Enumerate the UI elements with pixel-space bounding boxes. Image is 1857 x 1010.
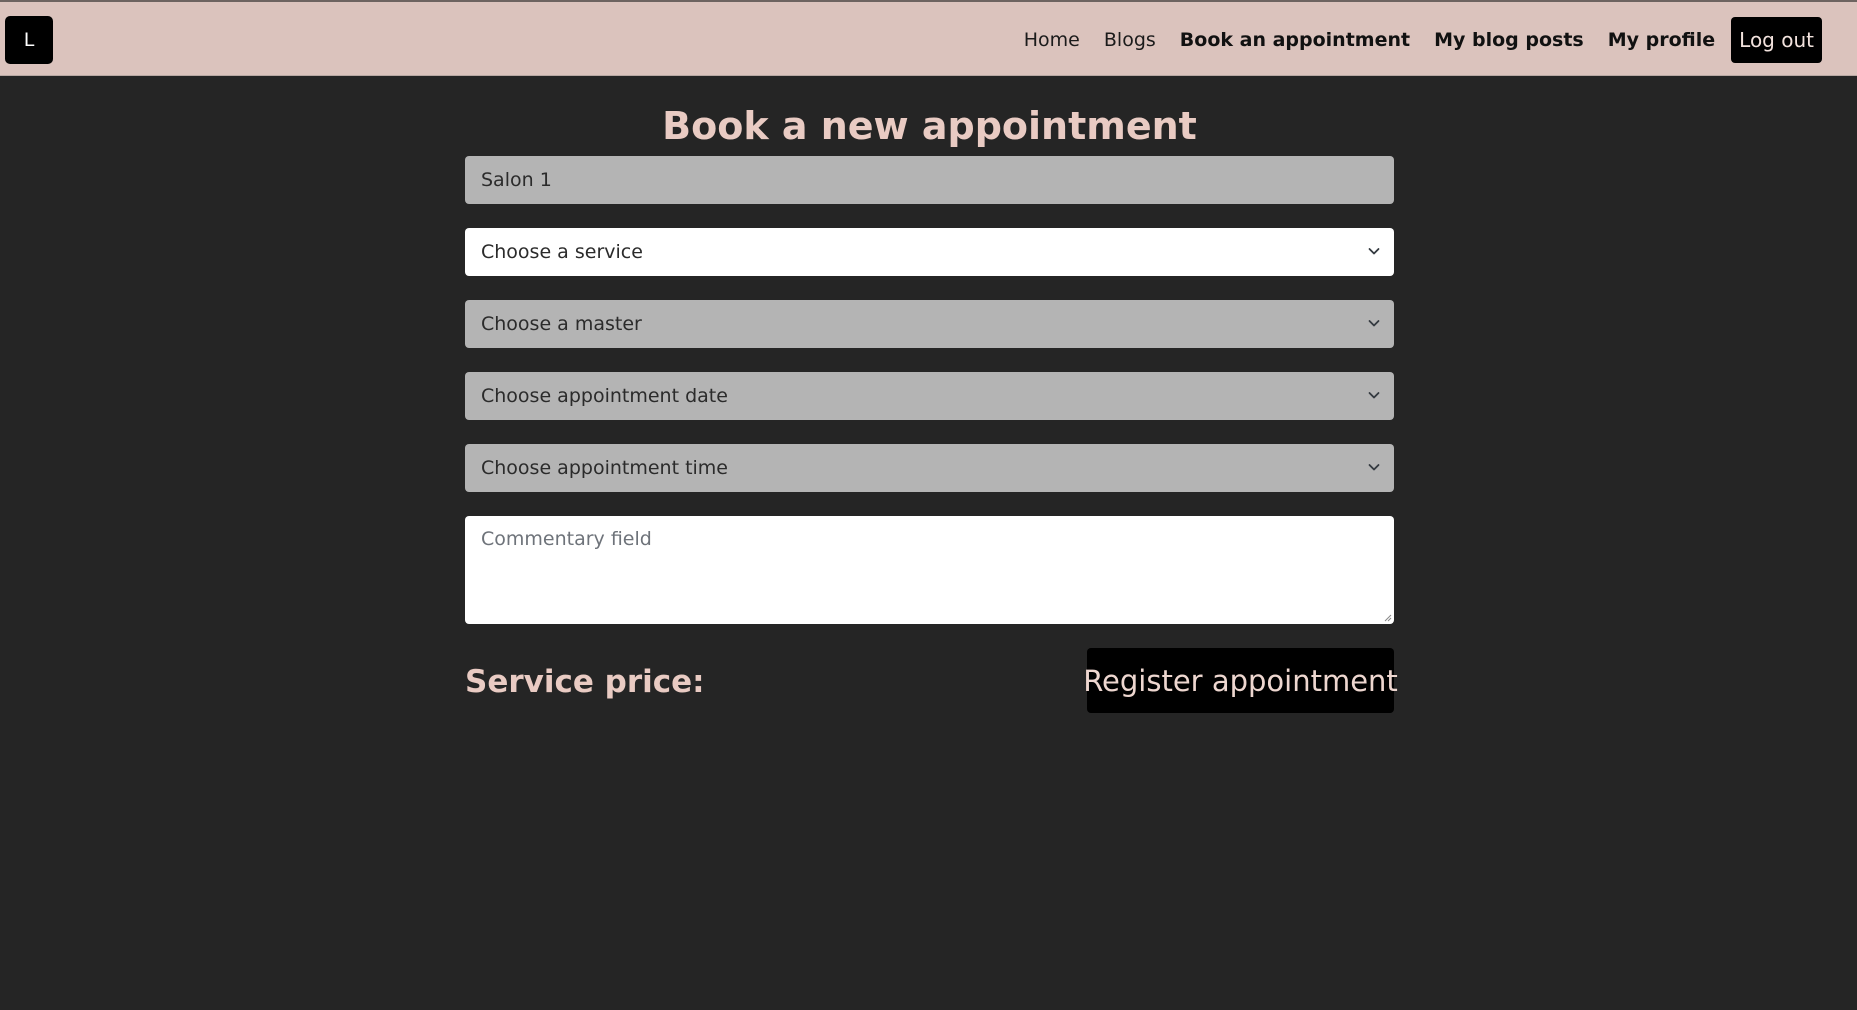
logo-button[interactable]: L (5, 16, 53, 64)
nav-link-book-appointment[interactable]: Book an appointment (1180, 29, 1410, 51)
commentary-field[interactable]: Commentary field (465, 516, 1394, 624)
nav-link-home[interactable]: Home (1024, 29, 1080, 51)
navbar: L Home Blogs Book an appointment My blog… (0, 0, 1857, 76)
page-title: Book a new appointment (662, 104, 1197, 148)
service-select[interactable]: Choose a service (465, 228, 1394, 276)
salon-value: Salon 1 (481, 169, 552, 191)
master-select-value: Choose a master (481, 313, 642, 335)
nav-link-blogs[interactable]: Blogs (1104, 29, 1156, 51)
service-select-value: Choose a service (481, 241, 643, 263)
nav-links: Home Blogs Book an appointment My blog p… (1000, 16, 1822, 64)
commentary-placeholder: Commentary field (481, 528, 652, 550)
service-price-label: Service price: (465, 664, 705, 700)
time-select: Choose appointment time (465, 444, 1394, 492)
time-select-value: Choose appointment time (481, 457, 728, 479)
chevron-down-icon (1368, 248, 1380, 255)
logout-button[interactable]: Log out (1731, 17, 1822, 63)
master-select: Choose a master (465, 300, 1394, 348)
register-appointment-button[interactable]: Register appointment (1083, 648, 1398, 713)
nav-link-my-profile[interactable]: My profile (1608, 29, 1715, 51)
salon-field: Salon 1 (465, 156, 1394, 204)
date-select-value: Choose appointment date (481, 385, 728, 407)
chevron-down-icon (1368, 320, 1380, 327)
resize-grip-icon[interactable] (1382, 612, 1392, 622)
date-select: Choose appointment date (465, 372, 1394, 420)
nav-link-my-blog-posts[interactable]: My blog posts (1434, 29, 1584, 51)
chevron-down-icon (1368, 392, 1380, 399)
chevron-down-icon (1368, 464, 1380, 471)
